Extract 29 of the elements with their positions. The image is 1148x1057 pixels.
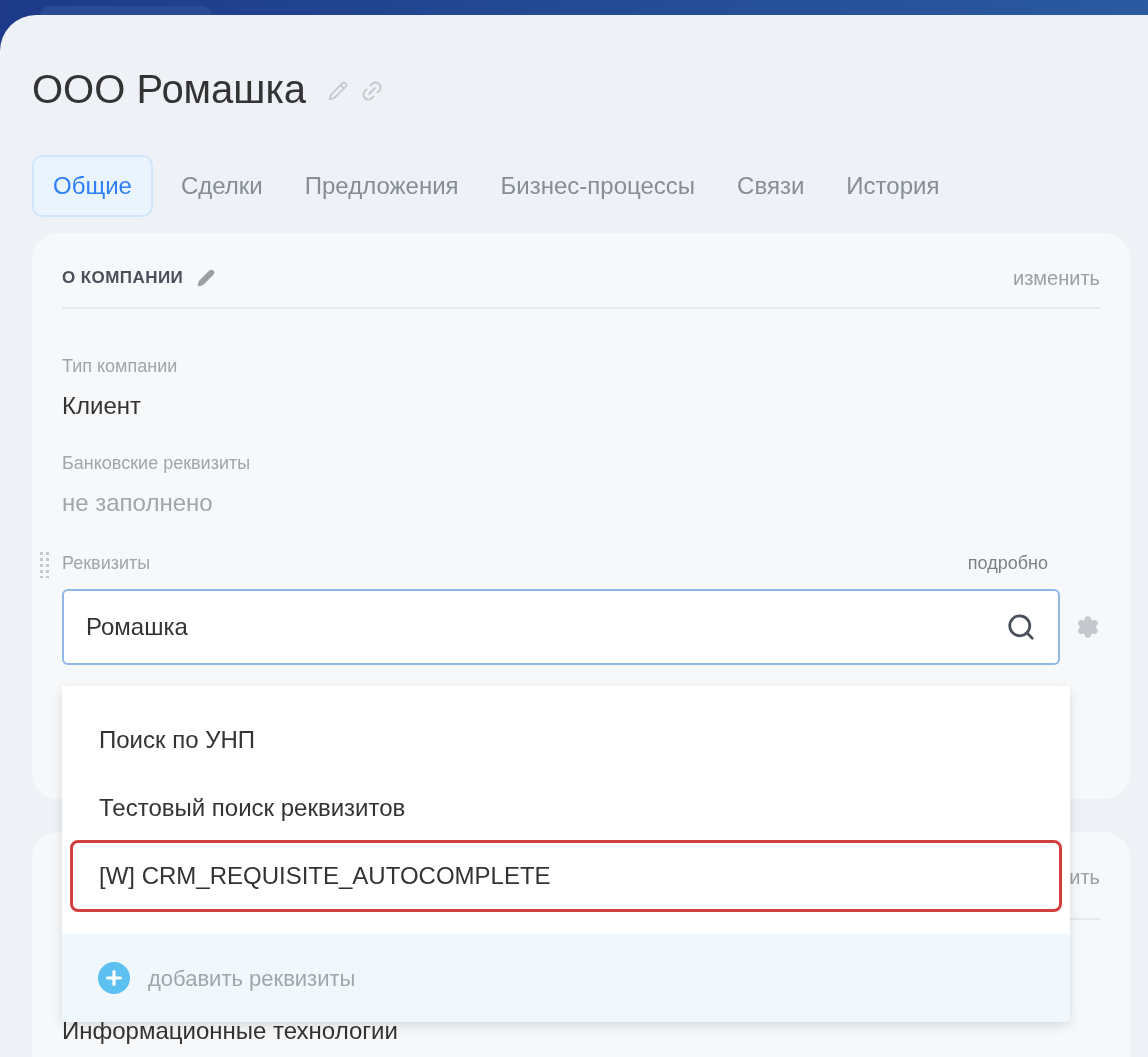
tab[interactable]: Общие xyxy=(32,155,153,217)
dropdown-item[interactable]: [W] CRM_REQUISITE_AUTOCOMPLETE xyxy=(70,840,1062,912)
plus-icon xyxy=(98,962,130,994)
tab[interactable]: Бизнес-процессы xyxy=(482,155,714,217)
details-link[interactable]: подробно xyxy=(967,550,1048,577)
tab[interactable]: Сделки xyxy=(162,155,281,217)
dropdown-item[interactable]: Тестовый поиск реквизитов xyxy=(70,774,1062,842)
pencil-icon[interactable] xyxy=(328,81,349,101)
edit-link[interactable]: изменить xyxy=(1013,263,1100,293)
search-field[interactable]: Ромашка xyxy=(62,589,1061,665)
settings-icon[interactable] xyxy=(1076,615,1100,639)
edit-link[interactable]: ить xyxy=(1069,862,1100,892)
page-title: ООО Ромашка xyxy=(32,66,307,113)
add-requisites-button[interactable]: добавить реквизиты xyxy=(62,934,1070,1022)
section-heading: О КОМПАНИИ xyxy=(62,267,184,290)
add-label: добавить реквизиты xyxy=(148,964,356,993)
dropdown-item[interactable]: Поиск по УНП xyxy=(70,706,1062,774)
field-label: Банковские реквизиты xyxy=(62,452,252,475)
field-value: Клиент xyxy=(62,391,142,421)
field-label: Тип компании xyxy=(62,355,179,378)
search-input[interactable]: Ромашка xyxy=(86,609,886,645)
tab[interactable]: История xyxy=(828,155,958,217)
tab[interactable]: Предложения xyxy=(286,155,477,217)
field-label: Реквизиты xyxy=(62,552,151,575)
drag-handle-icon[interactable] xyxy=(40,552,50,578)
tab[interactable]: Связи xyxy=(719,155,823,217)
field-value: не заполнено xyxy=(62,488,214,518)
pencil-icon[interactable] xyxy=(197,269,216,287)
search-icon[interactable] xyxy=(1006,612,1037,642)
